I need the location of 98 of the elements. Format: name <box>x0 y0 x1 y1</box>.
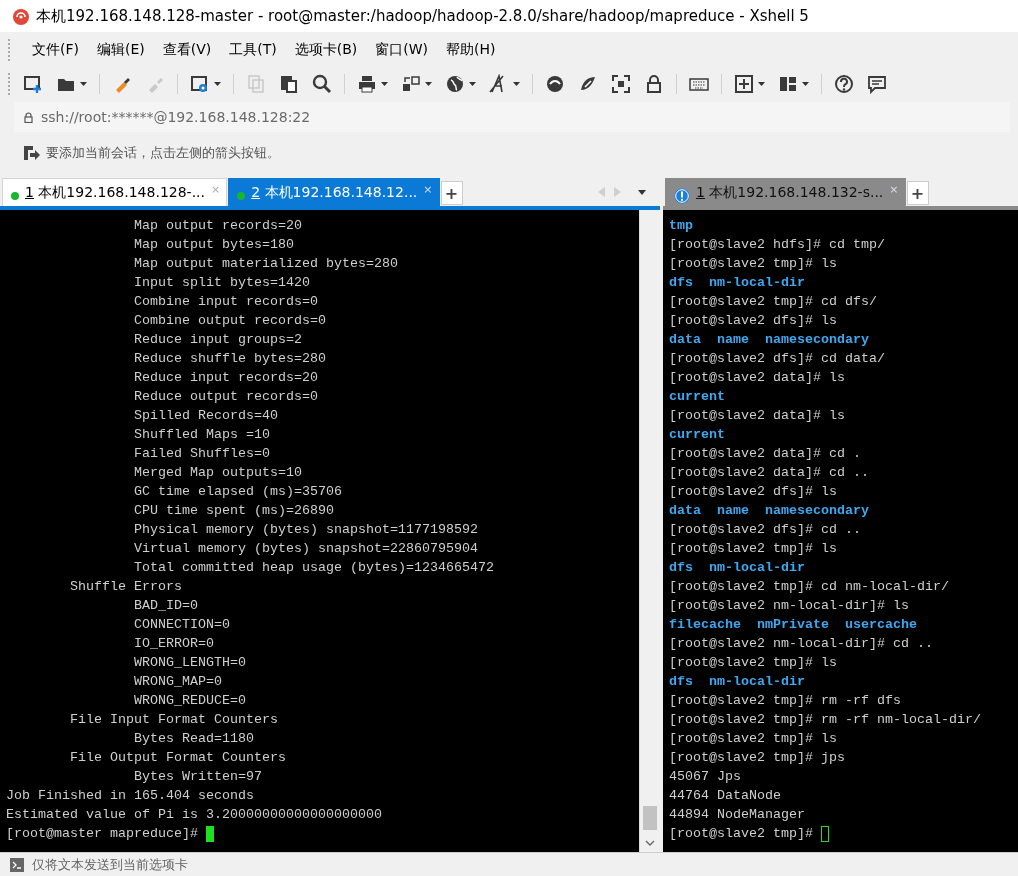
terminal-line: Map output materialized bytes=280 <box>132 255 398 273</box>
terminal-line: data name namesecondary <box>669 502 869 520</box>
terminal-line: [root@slave2 tmp]# ls <box>669 540 837 558</box>
menu-item[interactable]: 查看(V) <box>160 39 214 61</box>
terminal-line: Estimated value of Pi is 3.20000000000000000000 <box>6 806 382 824</box>
terminal-line: current <box>669 388 725 406</box>
terminal-line: WRONG_LENGTH=0 <box>132 654 246 672</box>
terminal-line: [root@slave2 nm-local-dir]# cd .. <box>669 635 933 653</box>
hint-text: 要添加当前会话，点击左侧的箭头按钮。 <box>46 144 280 162</box>
terminal-line: [root@slave2 data]# ls <box>669 407 845 425</box>
terminal-line: [root@slave2 tmp]# rm -rf nm-local-dir/ <box>669 711 981 729</box>
terminal-line: [root@slave2 tmp]# cd dfs/ <box>669 293 877 311</box>
terminal-line: [root@slave2 data]# cd . <box>669 445 861 463</box>
terminal-line: [root@slave2 dfs]# cd .. <box>669 521 861 539</box>
session-tab[interactable]: 2 本机192.168.148.12... × <box>228 178 440 206</box>
terminal-line: Combine output records=0 <box>132 312 326 330</box>
window-title: 本机192.168.148.128-master - root@master:/hadoop/hadoop-2.8.0/share/hadoop/mapreduce - Xshell 5 <box>36 6 809 26</box>
terminal-line: [root@slave2 dfs]# ls <box>669 483 837 501</box>
caret-icon <box>758 82 765 86</box>
terminal-line: Reduce output records=0 <box>132 388 318 406</box>
terminal-line: Bytes Written=97 <box>132 768 262 786</box>
terminal-icon[interactable] <box>10 857 24 872</box>
terminal-line: dfs nm-local-dir <box>669 673 805 691</box>
terminal-line: Shuffle Errors <box>69 578 182 596</box>
terminal-line: [root@slave2 dfs]# cd data/ <box>669 350 885 368</box>
menu-item[interactable]: 编辑(E) <box>95 39 147 61</box>
terminal-line: [root@master mapreduce]# <box>6 825 199 843</box>
terminal-line: Combine input records=0 <box>132 293 318 311</box>
terminal-line: [root@slave2 tmp]# jps <box>669 749 845 767</box>
caret-icon <box>381 82 388 86</box>
menu-item[interactable]: 工具(T) <box>227 39 279 61</box>
new-tab-button[interactable]: + <box>440 181 463 205</box>
terminal-line: 44764 DataNode <box>669 787 781 805</box>
terminal-line: GC time elapsed (ms)=35706 <box>132 483 342 501</box>
caret-icon <box>513 82 520 86</box>
send-mode-text: 仅将文本发送到当前选项卡 <box>32 855 188 874</box>
terminal-line: Input split bytes=1420 <box>132 274 310 292</box>
terminal-line: [root@slave2 data]# ls <box>669 369 845 387</box>
terminal-line: Virtual memory (bytes) snapshot=22860795904 <box>132 540 478 558</box>
terminal-line: Map output bytes=180 <box>132 236 294 254</box>
terminal-line: [root@slave2 dfs]# ls <box>669 312 837 330</box>
caret-icon <box>469 82 476 86</box>
app-logo-icon <box>12 7 30 25</box>
new-tab-button[interactable]: + <box>906 181 929 205</box>
menu-item[interactable]: 窗口(W) <box>373 39 431 61</box>
caret-icon <box>80 82 87 86</box>
terminal-line: Reduce input records=20 <box>132 369 318 387</box>
add-session-arrow-icon[interactable] <box>22 144 40 162</box>
terminal-line: [root@slave2 tmp]# ls <box>669 255 837 273</box>
terminal-line: IO_ERROR=0 <box>132 635 214 653</box>
caret-icon <box>214 82 221 86</box>
terminal-line: CONNECTION=0 <box>132 616 230 634</box>
terminal-line: File Input Format Counters <box>69 711 278 729</box>
terminal-line: data name namesecondary <box>669 331 869 349</box>
terminal-line: [root@slave2 tmp]# rm -rf dfs <box>669 692 901 710</box>
terminal-line: [root@slave2 nm-local-dir]# ls <box>669 597 909 615</box>
terminal-line: BAD_ID=0 <box>132 597 198 615</box>
menu-item[interactable]: 帮助(H) <box>444 39 498 61</box>
terminal-line: WRONG_REDUCE=0 <box>132 692 246 710</box>
terminal-line: [root@slave2 data]# cd .. <box>669 464 869 482</box>
tab-list-icon[interactable] <box>638 189 646 195</box>
terminal-line: Merged Map outputs=10 <box>132 464 302 482</box>
terminal-line: [root@slave2 tmp]# <box>669 825 814 843</box>
terminal-line: WRONG_MAP=0 <box>132 673 222 691</box>
terminal-line: File Output Format Counters <box>69 749 286 767</box>
terminal-line: tmp <box>669 217 693 235</box>
terminal-line: filecache nmPrivate usercache <box>669 616 917 634</box>
terminal-line: Reduce input groups=2 <box>132 331 302 349</box>
terminal-line: CPU time spent (ms)=26890 <box>132 502 334 520</box>
terminal-line: Failed Shuffles=0 <box>132 445 270 463</box>
lock-icon <box>24 111 33 123</box>
terminal-line: Reduce shuffle bytes=280 <box>132 350 326 368</box>
terminal-line: [root@slave2 tmp]# ls <box>669 654 837 672</box>
terminal-line: Map output records=20 <box>132 217 302 235</box>
caret-icon <box>802 82 809 86</box>
menu-item[interactable]: 文件(F) <box>30 39 81 61</box>
scroll-down-icon[interactable] <box>645 840 655 846</box>
session-tab[interactable]: 1 本机192.168.148.132-s... × <box>665 178 906 206</box>
terminal-line: Job Finished in 165.404 seconds <box>6 787 254 805</box>
address-field[interactable]: ssh://root:******@192.168.148.128:22 <box>14 102 1010 132</box>
terminal-line: [root@slave2 tmp]# cd nm-local-dir/ <box>669 578 949 596</box>
terminal-line: 44894 NodeManager <box>669 806 805 824</box>
terminal-line: Bytes Read=1180 <box>132 730 254 748</box>
terminal-line: Shuffled Maps =10 <box>132 426 270 444</box>
menu-item[interactable]: 选项卡(B) <box>292 39 360 61</box>
terminal-line: Physical memory (bytes) snapshot=1177198592 <box>132 521 478 539</box>
scrollbar-thumb[interactable] <box>643 806 657 830</box>
terminal-line: [root@slave2 hdfs]# cd tmp/ <box>669 236 885 254</box>
terminal-line: dfs nm-local-dir <box>669 274 805 292</box>
session-tab[interactable]: 1 本机192.168.148.128-... × <box>2 178 228 206</box>
caret-icon <box>425 82 432 86</box>
terminal-line: current <box>669 426 725 444</box>
terminal-line: 45067 Jps <box>669 768 741 786</box>
terminal-line: dfs nm-local-dir <box>669 559 805 577</box>
terminal-line: Spilled Records=40 <box>132 407 278 425</box>
scrollbar[interactable] <box>639 210 660 852</box>
terminal-line: Total committed heap usage (bytes)=1234665472 <box>132 559 494 577</box>
terminal-line: [root@slave2 tmp]# ls <box>669 730 837 748</box>
